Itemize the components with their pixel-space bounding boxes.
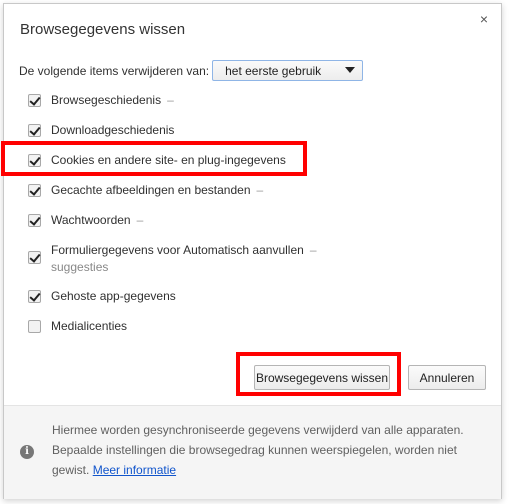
chevron-down-icon	[345, 67, 356, 73]
item-detail: –	[309, 243, 317, 257]
dialog-title: Browsegegevens wissen	[20, 21, 186, 38]
checkbox-item-cached-images[interactable]: Gecachte afbeeldingen en bestanden –	[28, 183, 263, 197]
checkbox[interactable]	[28, 251, 41, 264]
checkbox-item-browsing-history[interactable]: Browsegeschiedenis –	[28, 93, 174, 107]
learn-more-link[interactable]: Meer informatie	[93, 463, 176, 477]
checkbox-item-autofill[interactable]: Formuliergegevens voor Automatisch aanvu…	[28, 243, 317, 274]
time-range-select[interactable]: het eerste gebruik	[212, 60, 364, 81]
checkbox-label: Medialicenties	[51, 319, 128, 333]
checkbox[interactable]	[28, 94, 41, 107]
checkbox-label-group: Formuliergegevens voor Automatisch aanvu…	[51, 243, 317, 274]
item-detail: –	[167, 93, 174, 107]
item-detail: –	[136, 213, 144, 227]
checkbox-item-download-history[interactable]: Downloadgeschiedenis	[28, 123, 174, 137]
time-range-value: het eerste gebruik	[225, 63, 322, 78]
time-range-row: De volgende items verwijderen van: het e…	[19, 60, 364, 81]
cancel-button[interactable]: Annuleren	[408, 365, 486, 390]
close-icon[interactable]: ×	[477, 12, 491, 26]
checkbox-label: Wachtwoorden	[51, 213, 131, 227]
item-subtext: suggesties	[51, 260, 109, 274]
checkbox-label: Downloadgeschiedenis	[51, 123, 175, 137]
checkbox[interactable]	[28, 290, 41, 303]
footer-info: i Hiermee worden gesynchroniseerde gegev…	[4, 405, 501, 499]
footer-text: Hiermee worden gesynchroniseerde gegeven…	[52, 420, 472, 480]
checkbox-label: Browsegeschiedenis	[51, 93, 162, 107]
item-detail: –	[256, 183, 264, 197]
checkbox-item-hosted-app-data[interactable]: Gehoste app-gegevens	[28, 289, 176, 303]
checkbox[interactable]	[28, 320, 41, 333]
highlight-box-cookies	[1, 141, 307, 176]
time-range-label: De volgende items verwijderen van:	[19, 63, 210, 78]
highlight-box-clear-button	[236, 352, 401, 396]
checkbox[interactable]	[28, 214, 41, 227]
checkbox-item-passwords[interactable]: Wachtwoorden –	[28, 213, 143, 227]
checkbox-item-media-licenses[interactable]: Medialicenties	[28, 319, 127, 333]
checkbox-label: Gecachte afbeeldingen en bestanden	[51, 183, 251, 197]
checkbox[interactable]	[28, 184, 41, 197]
info-icon: i	[20, 445, 34, 459]
clear-browsing-data-dialog: Browsegegevens wissen × De volgende item…	[1, 3, 502, 499]
checkbox-label: Formuliergegevens voor Automatisch aanvu…	[51, 243, 304, 257]
checkbox-label: Gehoste app-gegevens	[51, 289, 176, 303]
checkbox[interactable]	[28, 124, 41, 137]
